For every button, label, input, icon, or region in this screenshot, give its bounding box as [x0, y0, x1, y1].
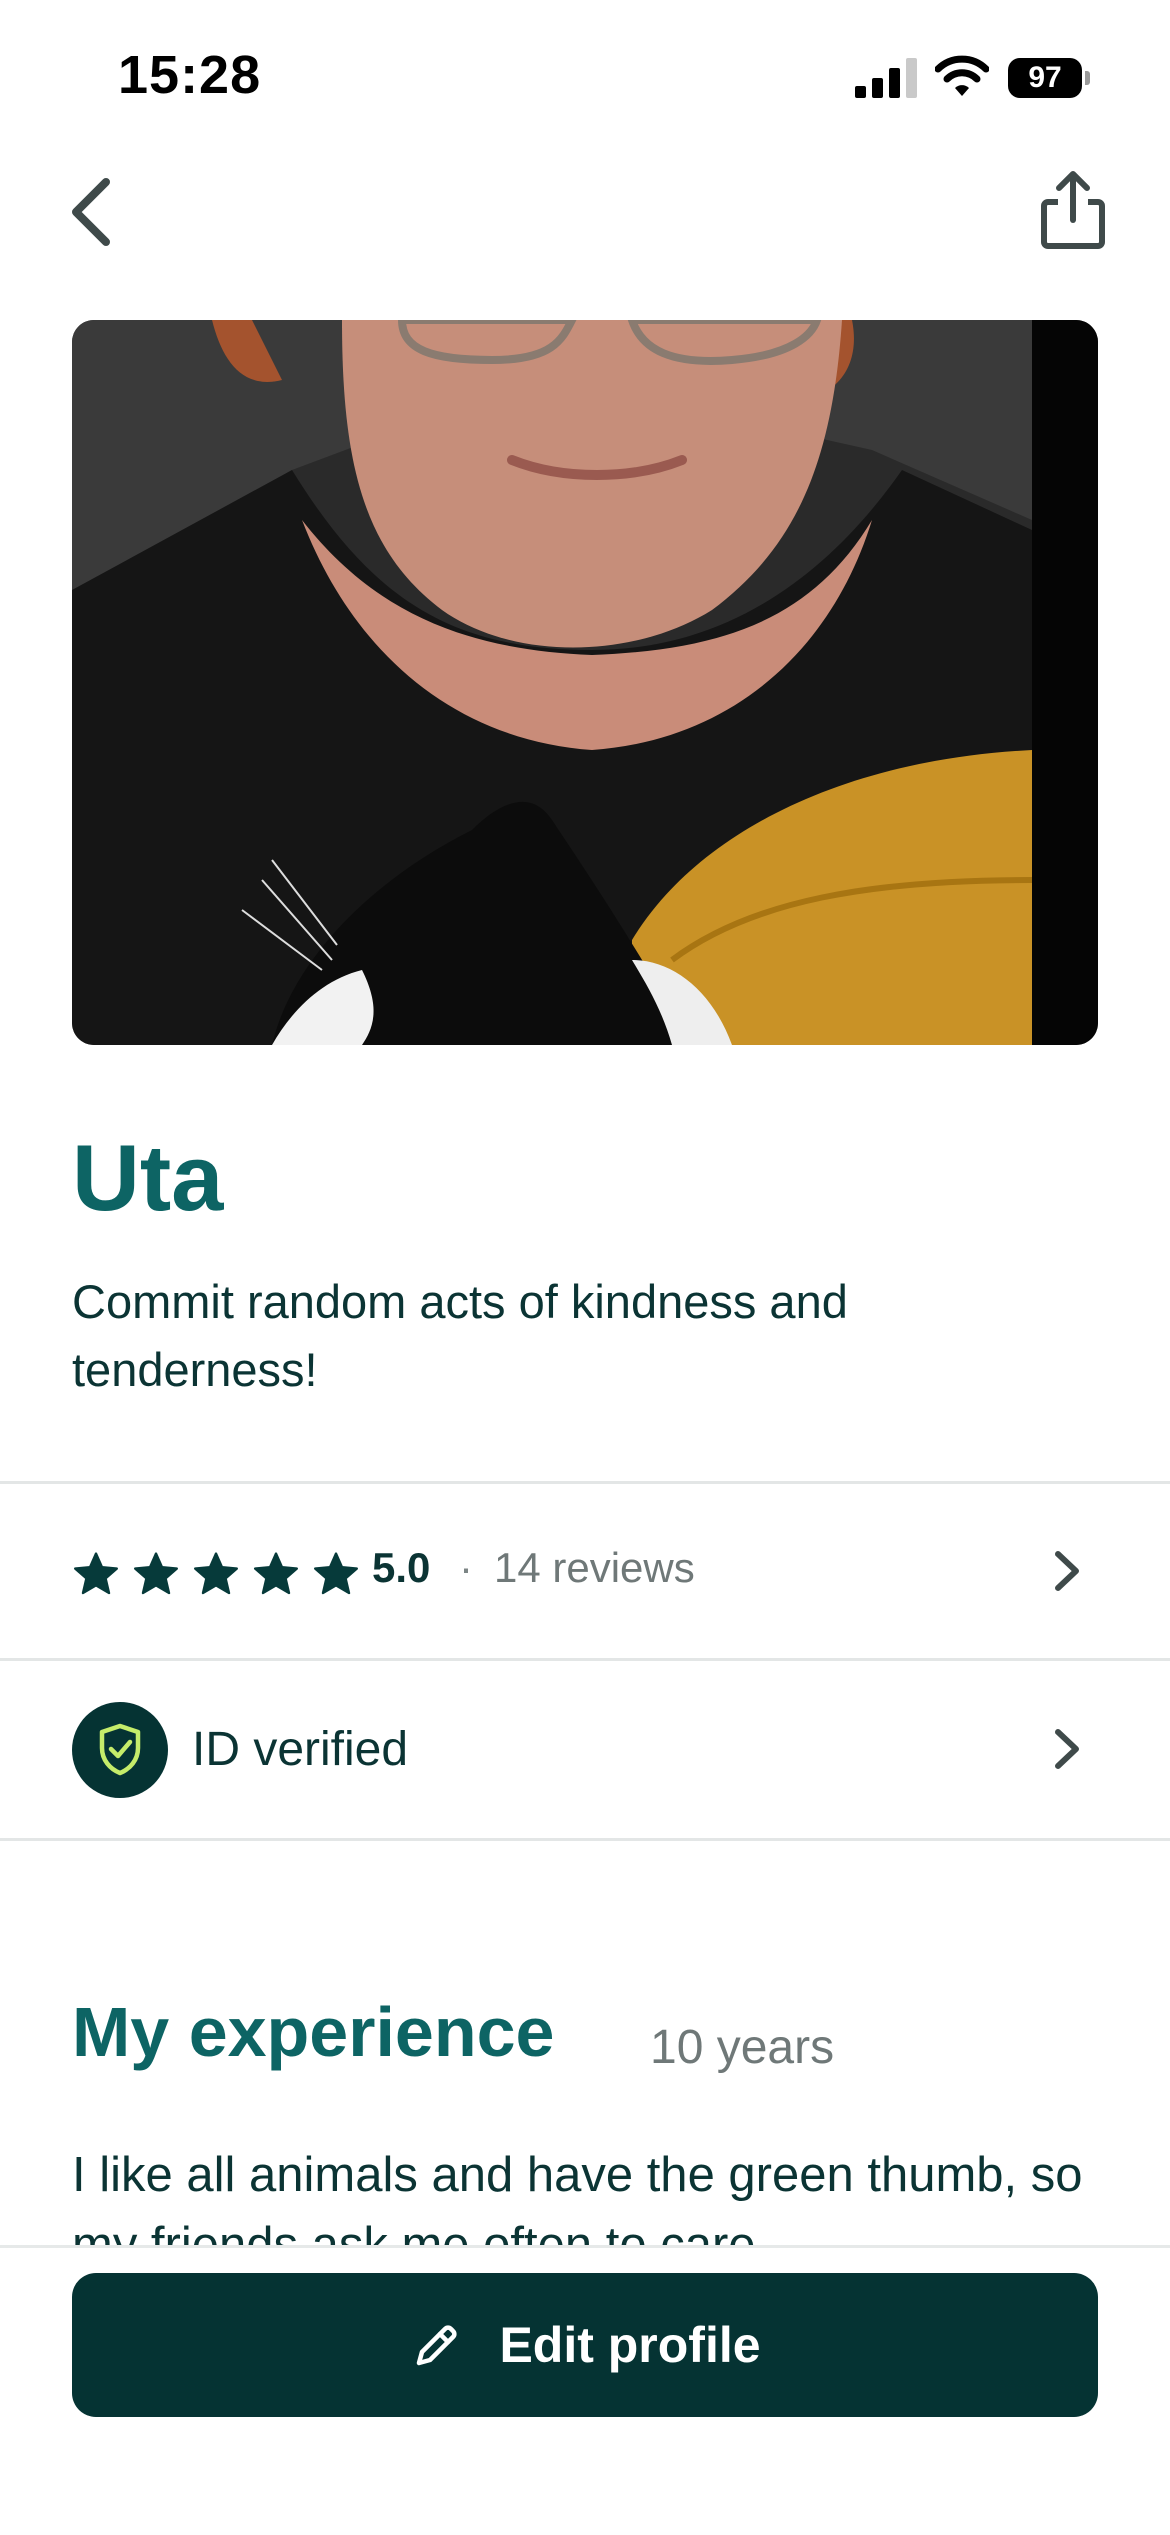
- cellular-signal-icon: [855, 58, 917, 98]
- battery-icon: 97: [1008, 58, 1090, 98]
- star-icon: [194, 1552, 238, 1595]
- chevron-right-icon: [1055, 1551, 1079, 1591]
- star-icon: [254, 1552, 298, 1595]
- rating-value: 5.0: [372, 1544, 431, 1591]
- star-icon: [314, 1552, 358, 1595]
- shield-check-icon: [99, 1723, 141, 1776]
- wifi-icon: [935, 55, 989, 96]
- experience-heading: My experience: [72, 1993, 555, 2071]
- pencil-icon: [417, 2325, 457, 2366]
- divider: [0, 1838, 1170, 1841]
- bottom-action-bar: Edit profile: [0, 2245, 1170, 2535]
- edit-profile-label: Edit profile: [499, 2317, 761, 2373]
- profile-photo: [72, 320, 1098, 1045]
- profile-tagline: Commit random acts of kindness and tende…: [72, 1275, 848, 1396]
- status-time: 15:28: [118, 45, 262, 105]
- profile-name: Uta: [72, 1125, 224, 1230]
- star-icon: [74, 1552, 118, 1595]
- separator-dot: ·: [459, 1544, 473, 1591]
- edit-profile-button[interactable]: Edit profile: [72, 2273, 1098, 2417]
- id-verified-label: ID verified: [192, 1723, 409, 1776]
- reviews-row[interactable]: 5.0 · 14 reviews: [0, 1484, 1170, 1658]
- id-verified-row[interactable]: ID verified: [0, 1660, 1170, 1838]
- back-chevron-icon[interactable]: [60, 172, 124, 252]
- share-icon[interactable]: [1036, 168, 1110, 252]
- experience-years: 10 years: [650, 2021, 835, 2074]
- rating-stars: [72, 1550, 360, 1598]
- status-bar: 15:28 97: [0, 0, 1170, 150]
- chevron-right-icon: [1055, 1729, 1079, 1769]
- id-badge: [72, 1702, 168, 1798]
- star-icon: [134, 1552, 178, 1595]
- battery-level: 97: [1008, 58, 1082, 98]
- review-count: 14 reviews: [494, 1544, 695, 1591]
